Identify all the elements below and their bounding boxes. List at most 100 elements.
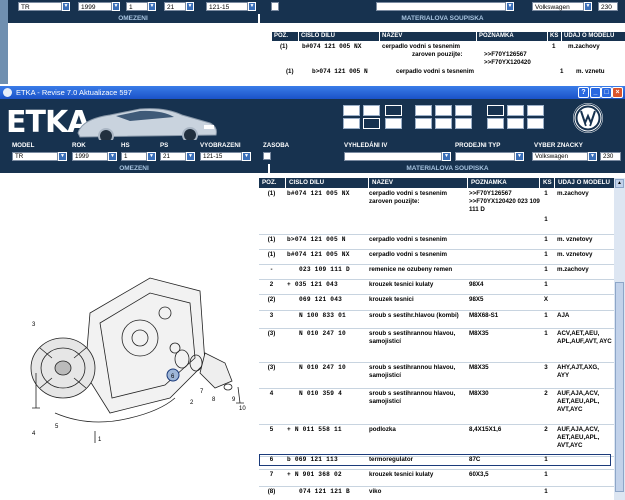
table-row[interactable]: (1) b#074 121 005 NX cerpadlo vodni s tesn… (259, 251, 614, 264)
chevron-down-icon[interactable]: ▼ (112, 2, 120, 11)
prodejni-typ-select[interactable] (455, 152, 515, 161)
page-number-field[interactable]: 230 (600, 152, 621, 161)
diagram-callout[interactable]: 5 (55, 424, 59, 430)
scroll-thumb[interactable] (615, 282, 624, 492)
first-page-icon[interactable] (487, 118, 504, 129)
table-row[interactable]: 2 + 035 121 043 krouzek tesnici kulaty 98X4… (259, 281, 614, 294)
maximize-button[interactable]: □ (601, 87, 612, 98)
prev-page-icon[interactable] (507, 118, 524, 129)
book-icon[interactable] (507, 105, 524, 116)
table-row[interactable]: (3) N 010 247 10 sroub s sestihrannou hlav… (259, 330, 614, 362)
scroll-up-icon[interactable]: ▲ (615, 179, 624, 188)
bg-ps-field[interactable]: 21 (164, 2, 186, 11)
cell-part: N 010 247 10 (299, 330, 346, 337)
cart-icon[interactable] (455, 105, 472, 116)
col-poz[interactable]: POZ. (259, 178, 285, 188)
minimize-button[interactable]: _ (590, 87, 601, 98)
col-cislo-dilu[interactable]: CISLO DILU (286, 178, 368, 188)
brand-select[interactable]: Volkswagen (532, 152, 588, 161)
table-row[interactable]: (3) N 010 247 10 sroub s sestihrannou hlav… (259, 364, 614, 388)
table-icon[interactable] (435, 105, 452, 116)
ps-select[interactable]: 21 (160, 152, 186, 161)
vyobrazeni-label: VYOBRAZENI (200, 142, 241, 149)
table-row[interactable]: 5 + N 011 558 11 podlozka 8,4X15X1,6 2 AUF,AJ… (259, 426, 614, 456)
col-udaj-o-modelu[interactable]: UDAJ O MODELU (555, 178, 614, 188)
help-button[interactable]: ? (578, 87, 589, 98)
rok-select[interactable]: 1999 (72, 152, 108, 161)
cell-part: 074 121 121 B (299, 488, 350, 495)
table-row[interactable]: (8) 074 121 121 B viko 1 (259, 488, 614, 500)
row-divider (259, 469, 614, 470)
diagram-callout[interactable]: 9 (232, 397, 236, 403)
chevron-down-icon[interactable]: ▼ (58, 152, 67, 161)
col-poznamka[interactable]: POZNAMKA (468, 178, 539, 188)
title-bar[interactable]: ETKA - Revise 7.0 Aktualizace 597 ? _ □ … (0, 86, 625, 99)
chevron-down-icon[interactable]: ▼ (515, 152, 524, 161)
hs-select[interactable]: 1 (121, 152, 147, 161)
table-row[interactable]: 7 + N 901 368 02 krouzek tesnici kulaty 60X… (259, 471, 614, 486)
model-select[interactable]: TR (12, 152, 58, 161)
bg-zasoba-checkbox[interactable] (271, 2, 279, 11)
cell-part: N 010 359 4 (299, 390, 343, 397)
bg-hs-field[interactable]: 1 (126, 2, 148, 11)
chevron-down-icon[interactable]: ▼ (147, 152, 156, 161)
diagram-callout[interactable]: 2 (190, 400, 194, 406)
col-nazev[interactable]: NAZEV (369, 178, 467, 188)
bg-brand-field[interactable]: Volkswagen (532, 2, 584, 11)
col-ks[interactable]: KS (540, 178, 554, 188)
exploded-diagram[interactable]: 1 2 3 4 5 6 7 8 9 10 (0, 173, 258, 500)
chevron-down-icon[interactable]: ▼ (248, 2, 256, 11)
pages-icon[interactable] (527, 105, 544, 116)
chevron-down-icon[interactable]: ▼ (442, 152, 451, 161)
chevron-down-icon[interactable]: ▼ (186, 152, 195, 161)
bg-vyobrazeni-field[interactable]: 121-15 (206, 2, 248, 11)
table-row[interactable]: (1) b#074 121 005 NX cerpadlo vodni s tesn… (259, 190, 614, 234)
grid-icon[interactable] (415, 118, 432, 129)
close-button[interactable]: × (612, 87, 623, 98)
table-row[interactable]: - 023 109 111 D remenice ne ozubeny remen 1… (259, 266, 614, 279)
list-icon[interactable] (415, 105, 432, 116)
bg-row-model: m.zachovy (568, 43, 600, 50)
diagram-callout[interactable]: 7 (200, 389, 204, 395)
chevron-down-icon[interactable]: ▼ (108, 152, 117, 161)
vyhledani-input[interactable] (344, 152, 442, 161)
chevron-down-icon[interactable]: ▼ (62, 2, 70, 11)
basket-icon[interactable] (455, 118, 472, 129)
calculator-icon[interactable] (435, 118, 452, 129)
bg-row-note2: >>F70YX120420 (484, 59, 531, 66)
table-row[interactable]: (2) 069 121 043 krouzek tesnici 98X5 X (259, 296, 614, 310)
bg-rok-field[interactable]: 1999 (78, 2, 112, 11)
table-row[interactable]: (1) b>074 121 005 N cerpadlo vodni s tesne… (259, 236, 614, 249)
cell-pos: (3) (267, 364, 276, 371)
monitor-icon[interactable] (363, 105, 380, 116)
car-search-icon[interactable] (385, 118, 402, 129)
next-page-icon[interactable] (527, 118, 544, 129)
diagram-callout[interactable]: 1 (98, 437, 102, 443)
diagram-callout[interactable]: 10 (239, 406, 246, 412)
tools-icon[interactable] (385, 105, 402, 116)
print-icon[interactable] (343, 105, 360, 116)
vertical-scrollbar[interactable]: ▲ (614, 178, 625, 500)
cell-model: AUF,AJA,ACV, AET,AEU,APL, AVT,AYC (557, 390, 600, 413)
barcode-icon[interactable] (343, 118, 360, 129)
diagram-callout[interactable]: 8 (212, 397, 216, 403)
chevron-down-icon[interactable]: ▼ (584, 2, 592, 11)
table-row[interactable]: 3 N 100 833 01 sroub s sestihr.hlavou (kom… (259, 312, 614, 328)
bg-page-field[interactable]: 230 (598, 2, 618, 11)
bg-model-field[interactable]: TR (18, 2, 62, 11)
bg-vyhledani-field[interactable] (376, 2, 506, 11)
zasoba-checkbox[interactable] (263, 152, 271, 160)
diagram-callout[interactable]: 3 (32, 322, 36, 328)
pin-icon[interactable] (487, 105, 504, 116)
table-row[interactable]: 4 N 010 359 4 sroub s sestihrannou hlavou,… (259, 390, 614, 424)
chevron-down-icon[interactable]: ▼ (506, 2, 514, 11)
vyobrazeni-select[interactable]: 121-15 (200, 152, 242, 161)
bg-col-nazev: NAZEV (380, 32, 476, 41)
chevron-down-icon[interactable]: ▼ (148, 2, 156, 11)
cell-name: viko (369, 488, 382, 495)
chevron-down-icon[interactable]: ▼ (242, 152, 251, 161)
chevron-down-icon[interactable]: ▼ (186, 2, 194, 11)
chevron-down-icon[interactable]: ▼ (588, 152, 597, 161)
diagram-callout[interactable]: 4 (32, 431, 36, 437)
pencil-icon[interactable] (363, 118, 380, 129)
